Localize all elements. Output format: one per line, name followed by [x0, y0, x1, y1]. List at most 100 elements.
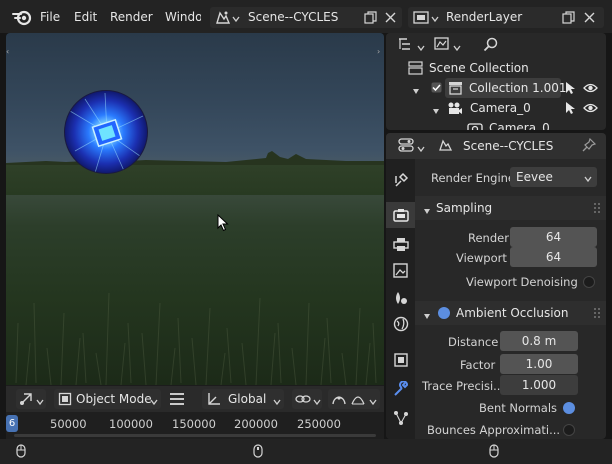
blender-logo-icon[interactable] [12, 8, 32, 29]
mouse-cursor-icon [217, 213, 229, 235]
tab-particles[interactable] [386, 405, 415, 431]
ao-distance-field[interactable]: 0.8 m [500, 331, 578, 351]
expand-arrow-icon[interactable] [432, 104, 440, 118]
ao-trace-precision-field[interactable]: 1.000 [500, 375, 578, 395]
timeline-tick: 250000 [297, 417, 341, 431]
3d-viewport[interactable]: ‹ › [6, 33, 384, 385]
outliner-row-camera[interactable]: Camera_0 [386, 98, 606, 118]
object-mode-dropdown[interactable]: Object Mode [54, 389, 161, 409]
sampling-render-label: Render [468, 231, 509, 245]
tab-world[interactable] [386, 311, 415, 337]
expand-arrow-icon[interactable] [412, 84, 420, 98]
snapping-button[interactable] [292, 389, 322, 409]
panel-collapse-icon [423, 204, 431, 218]
render-camera-icon [392, 208, 409, 222]
close-icon[interactable] [385, 12, 396, 26]
panel-header-sampling[interactable]: Sampling [415, 196, 606, 220]
hamburger-menu-icon[interactable] [169, 392, 185, 409]
panel-title: Sampling [436, 201, 493, 215]
status-bar [0, 439, 612, 464]
region-toggle-left-icon[interactable]: ‹ [6, 47, 9, 56]
checkbox-checked-icon[interactable] [431, 82, 442, 96]
menu-file[interactable]: File [40, 10, 60, 24]
outliner-row-collection[interactable]: Collection 1.001 [386, 78, 606, 98]
chevron-down-icon [313, 395, 321, 409]
outliner-row-scene-collection[interactable]: Scene Collection [386, 58, 606, 78]
chevron-down-icon [417, 41, 425, 55]
drag-handle-icon[interactable] [593, 307, 601, 322]
ao-trace-precision-label: Trace Precisi... [422, 379, 505, 393]
collection-icon [448, 81, 463, 98]
tab-view-layer[interactable] [386, 257, 415, 283]
eye-icon[interactable] [583, 82, 598, 97]
proportional-editing-button[interactable] [328, 389, 380, 409]
render-layer-icon [413, 10, 429, 28]
pin-icon[interactable] [582, 137, 597, 155]
menu-edit[interactable]: Edit [74, 10, 97, 24]
select-arrow-icon[interactable] [564, 81, 576, 98]
chevron-down-icon [584, 169, 592, 189]
bent-normals-label: Bent Normals [479, 401, 558, 415]
timeline[interactable]: 6 50000 100000 150000 200000 250000 [6, 412, 384, 439]
tab-output[interactable] [386, 231, 415, 257]
ao-distance-label: Distance [448, 335, 499, 349]
horizon-treeline [6, 151, 384, 167]
eye-icon[interactable] [583, 102, 598, 117]
camera-object-icon [447, 101, 463, 118]
camera-data-icon [467, 121, 483, 130]
render-layer-name[interactable]: RenderLayer [446, 10, 522, 24]
drag-handle-icon[interactable] [593, 202, 601, 217]
panel-header-ambient-occlusion[interactable]: Ambient Occlusion [415, 301, 606, 325]
chevron-down-icon [417, 142, 425, 156]
tab-tool[interactable] [386, 167, 415, 193]
copy-icon[interactable] [364, 11, 377, 27]
menu-window[interactable]: Windo [165, 10, 201, 24]
render-engine-label: Render Engine [431, 171, 516, 185]
wrench-icon [393, 381, 408, 396]
timeline-tick: 100000 [109, 417, 153, 431]
tab-render[interactable] [386, 202, 415, 228]
tab-scene[interactable] [386, 285, 415, 311]
scene-selector[interactable]: Scene--CYCLES [210, 7, 402, 28]
viewport-denoising-toggle[interactable] [583, 276, 595, 288]
select-arrow-icon[interactable] [564, 101, 576, 118]
top-bar: File Edit Render Windo Scene--CYCLES Ren… [0, 0, 612, 33]
timeline-scrollbar[interactable] [14, 434, 376, 437]
search-icon[interactable] [483, 37, 498, 55]
close-icon[interactable] [584, 12, 595, 26]
outliner-row-camera-data[interactable]: Camera_0 [386, 118, 606, 130]
menu-render[interactable]: Render [110, 10, 153, 24]
sampling-render-field[interactable]: 64 [510, 227, 597, 247]
display-mode-icon[interactable] [398, 37, 414, 54]
region-toggle-right-icon[interactable]: › [377, 47, 380, 56]
scene-icon [215, 10, 231, 28]
render-layer-selector[interactable]: RenderLayer [408, 7, 604, 28]
scene-name[interactable]: Scene--CYCLES [248, 10, 338, 24]
render-engine-value: Eevee [516, 170, 553, 184]
sampling-viewport-field[interactable]: 64 [510, 247, 597, 267]
tab-modifiers[interactable] [386, 376, 415, 402]
scene-collection-icon [408, 61, 423, 78]
particles-icon [393, 411, 408, 425]
ao-factor-field[interactable]: 1.00 [500, 354, 578, 374]
chevron-down-icon [273, 395, 281, 409]
bent-normals-toggle[interactable] [563, 402, 575, 414]
filter-icon[interactable] [434, 37, 450, 54]
transform-pivot-button[interactable] [16, 389, 46, 409]
ambient-occlusion-toggle[interactable] [438, 307, 450, 319]
copy-icon[interactable] [562, 11, 575, 27]
editor-type-icon[interactable] [398, 138, 414, 155]
tab-object[interactable] [386, 347, 415, 373]
render-engine-dropdown[interactable]: Eevee [510, 167, 597, 187]
current-frame-indicator[interactable]: 6 [6, 415, 18, 432]
bounces-approximation-toggle[interactable] [563, 424, 575, 436]
ao-factor-label: Factor [460, 358, 496, 372]
orientation-dropdown[interactable]: Global [202, 389, 284, 409]
link-icon [295, 392, 311, 409]
chevron-down-icon [150, 395, 158, 409]
scene-icon [438, 138, 453, 155]
timeline-tick: 200000 [234, 417, 278, 431]
transform-icon [18, 391, 34, 410]
grass-texture [15, 292, 377, 385]
falloff-icon [351, 392, 365, 409]
